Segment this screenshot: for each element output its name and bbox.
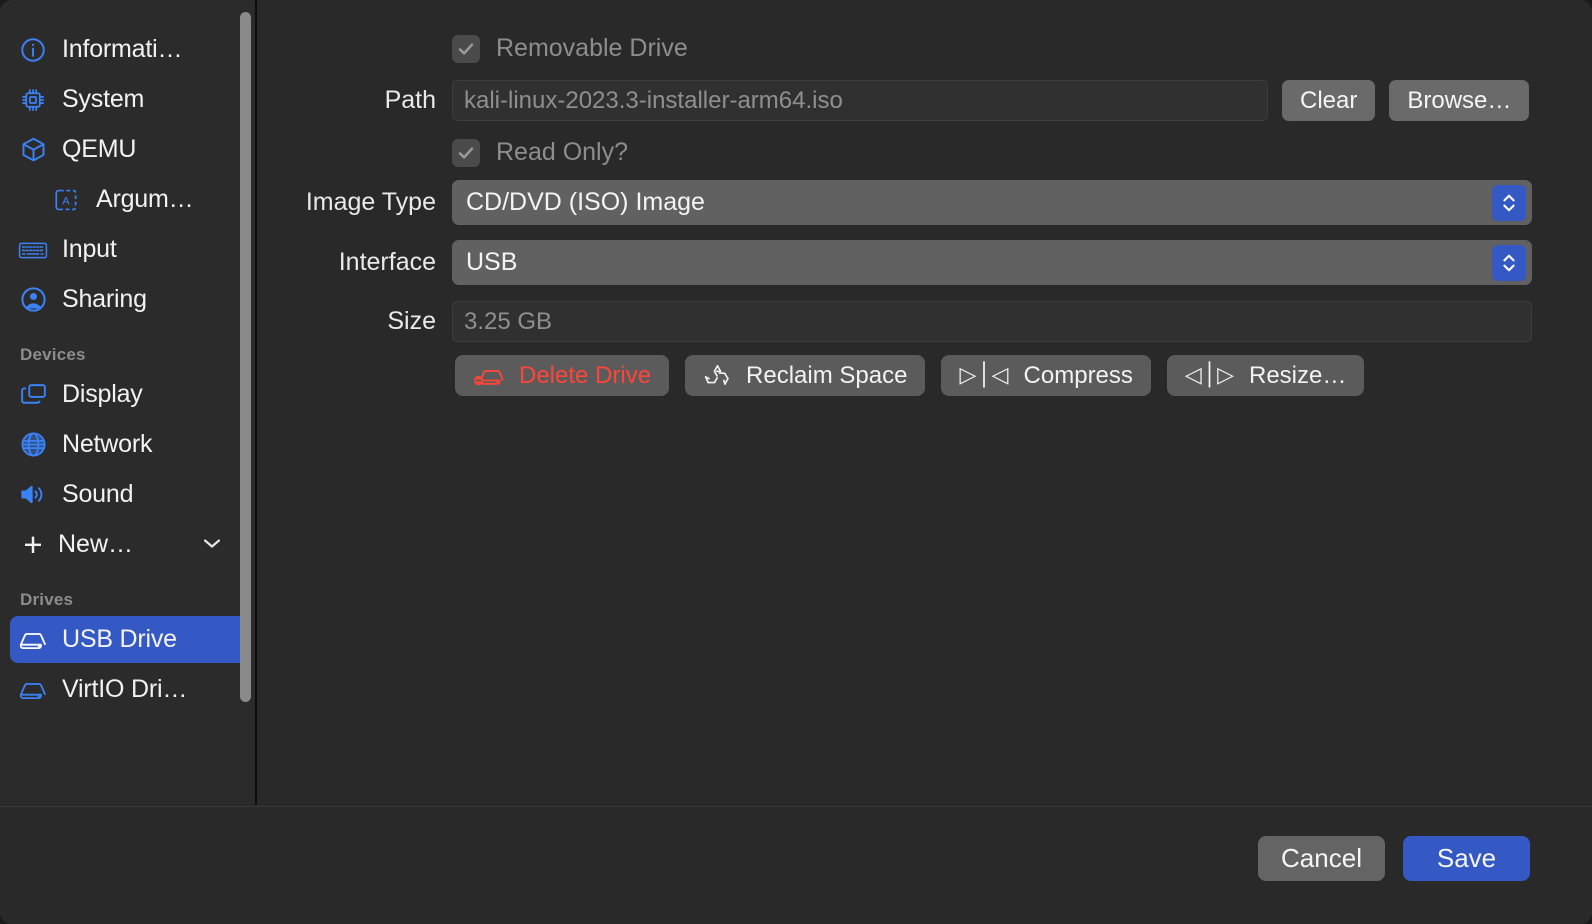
sidebar-item-qemu[interactable]: QEMU [10, 126, 247, 173]
sidebar-scrollbar[interactable] [240, 12, 251, 702]
interface-select[interactable]: USB [452, 240, 1532, 285]
display-windows-icon [18, 380, 48, 410]
sidebar-item-virtio-drive[interactable]: VirtIO Dri… [10, 666, 247, 713]
chevron-updown-icon[interactable] [1492, 184, 1526, 221]
expand-arrows-icon: ◁│▷ [1184, 363, 1235, 388]
sidebar-item-network[interactable]: Network [10, 421, 247, 468]
cancel-button[interactable]: Cancel [1258, 836, 1385, 881]
browse-button[interactable]: Browse… [1389, 80, 1530, 121]
sidebar-item-information[interactable]: Informati… [10, 26, 247, 73]
compress-arrows-icon: ▷│◁ [959, 363, 1010, 388]
sidebar-item-label: Input [62, 235, 117, 263]
image-type-select[interactable]: CD/DVD (ISO) Image [452, 180, 1532, 225]
sidebar-new-label: New… [58, 530, 134, 558]
delete-drive-label: Delete Drive [519, 361, 652, 389]
sidebar-item-label: Sharing [62, 285, 147, 313]
sidebar-scrollbar-thumb[interactable] [240, 12, 251, 702]
sidebar-item-label: Sound [62, 480, 134, 508]
sidebar-item-sharing[interactable]: Sharing [10, 276, 247, 323]
recycle-icon [703, 362, 732, 390]
sidebar-group-devices: Devices [20, 345, 86, 364]
sidebar-item-label: Display [62, 380, 143, 408]
removable-drive-checkbox[interactable] [452, 34, 480, 63]
cpu-chip-icon [18, 85, 48, 115]
sidebar-item-label: USB Drive [62, 625, 177, 653]
compress-button[interactable]: ▷│◁ Compress [941, 355, 1151, 396]
interface-value: USB [466, 248, 518, 276]
chevron-updown-icon[interactable] [1492, 244, 1526, 281]
drive-minus-icon [473, 362, 505, 390]
dialog-footer: Cancel Save [0, 806, 1592, 924]
settings-sidebar: Informati… System QEMU A Argum… Input Sh… [0, 0, 257, 805]
window-content: Informati… System QEMU A Argum… Input Sh… [0, 0, 1592, 805]
size-label: Size [387, 307, 436, 335]
image-type-label: Image Type [305, 188, 436, 216]
globe-icon [18, 430, 48, 460]
vm-settings-window: Informati… System QEMU A Argum… Input Sh… [0, 0, 1592, 924]
sidebar-scroll-content: Informati… System QEMU A Argum… Input Sh… [0, 0, 255, 716]
resize-button[interactable]: ◁│▷ Resize… [1166, 355, 1365, 396]
keyboard-icon [18, 235, 48, 265]
drive-icon [18, 675, 48, 705]
sidebar-item-label: QEMU [62, 135, 137, 163]
info-circle-icon [18, 35, 48, 65]
save-button[interactable]: Save [1403, 836, 1530, 881]
drive-icon [18, 625, 48, 655]
delete-drive-button[interactable]: Delete Drive [455, 355, 670, 396]
sidebar-group-drives: Drives [20, 590, 74, 609]
sidebar-item-label: Network [62, 430, 153, 458]
read-only-checkbox[interactable] [452, 138, 480, 167]
sidebar-item-arguments[interactable]: A Argum… [44, 176, 247, 223]
read-only-checkbox-row[interactable]: Read Only? [452, 138, 628, 167]
speaker-wave-icon [18, 480, 48, 510]
chevron-down-icon[interactable] [201, 535, 237, 555]
sidebar-item-input[interactable]: Input [10, 226, 247, 273]
svg-text:A: A [62, 195, 70, 207]
reclaim-space-button[interactable]: Reclaim Space [685, 355, 926, 396]
path-label: Path [384, 86, 436, 114]
removable-drive-label: Removable Drive [496, 34, 688, 62]
sidebar-item-label: VirtIO Dri… [62, 675, 188, 703]
sidebar-item-label: System [62, 85, 145, 113]
drive-settings-panel: Removable Drive Path kali-linux-2023.3-i… [259, 0, 1592, 805]
person-circle-icon [18, 285, 48, 315]
sidebar-item-usb-drive[interactable]: USB Drive [10, 616, 247, 663]
sidebar-item-display[interactable]: Display [10, 371, 247, 418]
clear-button[interactable]: Clear [1282, 80, 1376, 121]
footer-buttons: Cancel Save [1258, 836, 1530, 881]
interface-label: Interface [338, 248, 436, 276]
plus-icon: + [23, 526, 43, 563]
read-only-label: Read Only? [496, 138, 629, 166]
package-box-icon [18, 135, 48, 165]
sidebar-item-label: Argum… [96, 185, 194, 213]
size-input[interactable]: 3.25 GB [452, 301, 1532, 342]
sidebar-item-label: Informati… [62, 35, 183, 63]
sidebar-new-device-button[interactable]: + New… [10, 521, 247, 568]
sidebar-item-system[interactable]: System [10, 76, 247, 123]
arguments-a-icon: A [52, 185, 82, 215]
resize-label: Resize… [1249, 361, 1347, 389]
drive-actions-row: Delete Drive Reclaim Space ▷│◁ Compress … [455, 355, 1365, 396]
removable-drive-checkbox-row[interactable]: Removable Drive [452, 34, 688, 63]
path-input[interactable]: kali-linux-2023.3-installer-arm64.iso [452, 80, 1268, 121]
image-type-value: CD/DVD (ISO) Image [466, 188, 705, 216]
reclaim-space-label: Reclaim Space [746, 361, 908, 389]
compress-label: Compress [1023, 361, 1133, 389]
sidebar-item-sound[interactable]: Sound [10, 471, 247, 518]
